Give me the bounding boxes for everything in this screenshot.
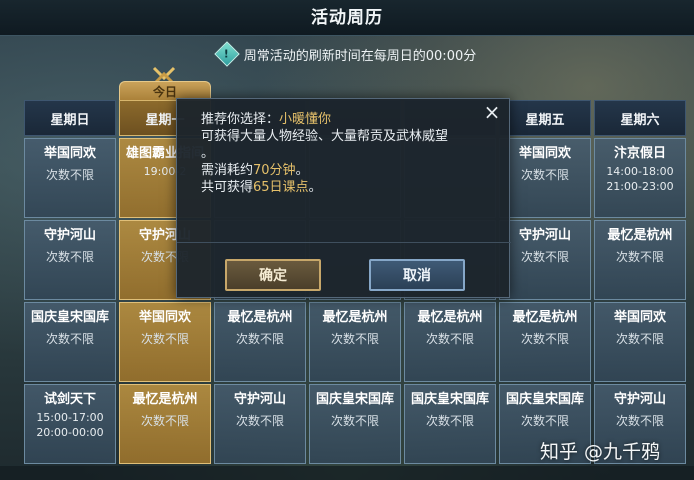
activity-count: 次数不限 bbox=[330, 332, 379, 346]
activity-cell[interactable]: 试剑天下 15:00-17:00 20:00-00:00 bbox=[24, 384, 116, 464]
activity-cell[interactable]: 最忆是杭州 次数不限 bbox=[214, 302, 306, 382]
day-column: 星期日 举国同欢 次数不限 守护河山 次数不限 国庆皇宋国库 次数不限 试剑天下 15:00-1… bbox=[24, 100, 116, 464]
activity-count: 次数不限 bbox=[45, 250, 94, 264]
activity-count: 次数不限 bbox=[140, 414, 189, 428]
activity-cell[interactable]: 最忆是杭州 次数不限 bbox=[404, 302, 496, 382]
activity-name: 守护河山 bbox=[518, 228, 571, 243]
cancel-button[interactable]: 取消 bbox=[369, 259, 465, 291]
activity-count: 次数不限 bbox=[520, 332, 569, 346]
dialog-divider bbox=[177, 242, 511, 243]
activity-time: 14:00-18:00 21:00-23:00 bbox=[606, 165, 674, 193]
activity-cell[interactable]: 守护河山 次数不限 bbox=[24, 220, 116, 300]
activity-cell[interactable]: 国庆皇宋国库 次数不限 bbox=[404, 384, 496, 464]
bottom-strip bbox=[0, 466, 694, 480]
recommended-activity-link[interactable]: 小暖懂你 bbox=[279, 112, 331, 127]
activity-cell[interactable]: 守护河山 次数不限 bbox=[499, 220, 591, 300]
activity-name: 汴京假日 bbox=[613, 146, 666, 161]
activity-count: 次数不限 bbox=[330, 414, 379, 428]
points-line: 共可获得65日课点。 bbox=[201, 180, 322, 195]
activity-count: 次数不限 bbox=[615, 250, 664, 264]
activity-cell[interactable]: 举国同欢 次数不限 bbox=[594, 302, 686, 382]
day-column: 星期五 举国同欢 次数不限 守护河山 次数不限 最忆是杭州 次数不限 国庆皇宋国库 次数不限 bbox=[499, 100, 591, 464]
watermark: 知乎 @九千鸦 bbox=[540, 441, 661, 463]
activity-name: 试剑天下 bbox=[43, 392, 96, 407]
activity-name: 举国同欢 bbox=[43, 146, 96, 161]
activity-count: 次数不限 bbox=[235, 414, 284, 428]
reward-line: 可获得大量人物经验、大量帮贡及武林威望 bbox=[201, 129, 449, 144]
activity-name: 国庆皇宋国库 bbox=[30, 310, 109, 325]
activity-count: 次数不限 bbox=[425, 414, 474, 428]
activity-cell[interactable]: 国庆皇宋国库 次数不限 bbox=[309, 384, 401, 464]
activity-count: 次数不限 bbox=[45, 168, 94, 182]
activity-name: 最忆是杭州 bbox=[512, 310, 578, 325]
activity-name: 举国同欢 bbox=[138, 310, 191, 325]
info-diamond-icon: ! bbox=[214, 41, 240, 67]
activity-name: 守护河山 bbox=[613, 392, 666, 407]
activity-count: 次数不限 bbox=[425, 332, 474, 346]
recommend-line: 推荐你选择：小暖懂你 bbox=[201, 112, 332, 127]
activity-count: 次数不限 bbox=[520, 414, 569, 428]
activity-name: 国庆皇宋国库 bbox=[315, 392, 394, 407]
activity-cell[interactable]: 举国同欢 次数不限 bbox=[119, 302, 211, 382]
activity-count: 次数不限 bbox=[235, 332, 284, 346]
activity-count: 次数不限 bbox=[45, 332, 94, 346]
activity-name: 守护河山 bbox=[233, 392, 286, 407]
activity-name: 国庆皇宋国库 bbox=[505, 392, 584, 407]
confirm-button[interactable]: 确定 bbox=[225, 259, 321, 291]
activity-cell[interactable]: 国庆皇宋国库 次数不限 bbox=[24, 302, 116, 382]
activity-name: 守护河山 bbox=[43, 228, 96, 243]
activity-name: 最忆是杭州 bbox=[607, 228, 673, 243]
activity-cell[interactable]: 最忆是杭州 次数不限 bbox=[499, 302, 591, 382]
day-column: 星期六 汴京假日 14:00-18:00 21:00-23:00 最忆是杭州 次数不限举… bbox=[594, 100, 686, 464]
activity-count: 次数不限 bbox=[615, 332, 664, 346]
activity-name: 最忆是杭州 bbox=[417, 310, 483, 325]
activity-cell[interactable]: 守护河山 次数不限 bbox=[214, 384, 306, 464]
activity-cell[interactable]: 举国同欢 次数不限 bbox=[499, 138, 591, 218]
activity-cell[interactable]: 最忆是杭州 次数不限 bbox=[119, 384, 211, 464]
day-header: 星期六 bbox=[594, 100, 686, 136]
activity-count: 次数不限 bbox=[140, 332, 189, 346]
recommendation-dialog: × 推荐你选择：小暖懂你 可获得大量人物经验、大量帮贡及武林威望 。 需消耗约7… bbox=[176, 98, 511, 298]
dialog-message: 推荐你选择：小暖懂你 可获得大量人物经验、大量帮贡及武林威望 。 需消耗约70分… bbox=[201, 111, 491, 196]
activity-name: 国庆皇宋国库 bbox=[410, 392, 489, 407]
activity-cell[interactable]: 最忆是杭州 次数不限 bbox=[309, 302, 401, 382]
activity-count: 次数不限 bbox=[615, 414, 664, 428]
activity-time: 15:00-17:00 20:00-00:00 bbox=[36, 411, 104, 439]
activity-cell[interactable]: 举国同欢 次数不限 bbox=[24, 138, 116, 218]
activity-name: 举国同欢 bbox=[518, 146, 571, 161]
activity-count: 次数不限 bbox=[520, 250, 569, 264]
day-header: 星期日 bbox=[24, 100, 116, 136]
window-title: 活动周历 bbox=[311, 8, 383, 28]
activity-name: 举国同欢 bbox=[613, 310, 666, 325]
time-cost-line: 需消耗约70分钟。 bbox=[201, 163, 309, 178]
activity-cell[interactable]: 最忆是杭州 次数不限 bbox=[594, 220, 686, 300]
activity-cell[interactable]: 汴京假日 14:00-18:00 21:00-23:00 bbox=[594, 138, 686, 218]
notice-text: 周常活动的刷新时间在每周日的00:00分 bbox=[243, 48, 477, 64]
reward-line-end: 。 bbox=[201, 146, 215, 161]
refresh-notice: ! 周常活动的刷新时间在每周日的00:00分 bbox=[0, 40, 694, 68]
day-header: 星期五 bbox=[499, 100, 591, 136]
activity-name: 最忆是杭州 bbox=[322, 310, 388, 325]
activity-name: 最忆是杭州 bbox=[227, 310, 293, 325]
activity-count: 次数不限 bbox=[520, 168, 569, 182]
activity-name: 最忆是杭州 bbox=[132, 392, 198, 407]
